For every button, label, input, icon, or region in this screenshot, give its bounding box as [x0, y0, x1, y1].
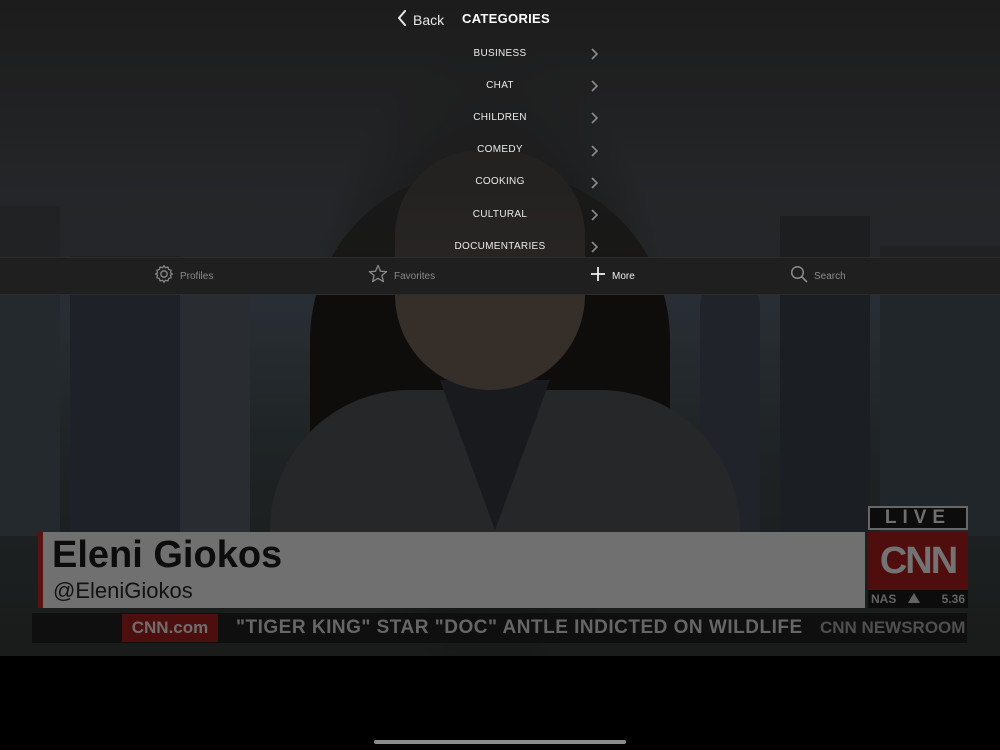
back-label: Back: [413, 12, 445, 28]
chevron-right-icon: [591, 111, 599, 129]
category-item-comedy[interactable]: COMEDY: [390, 134, 610, 166]
category-list: BUSINESS CHAT CHILDREN COMEDY COOKING CU…: [390, 37, 610, 262]
chevron-right-icon: [591, 47, 599, 65]
chevron-right-icon: [591, 79, 599, 97]
gear-icon: [154, 264, 174, 289]
back-button[interactable]: Back: [397, 9, 444, 31]
tab-profiles[interactable]: Profiles: [154, 258, 213, 294]
category-label: CULTURAL: [472, 208, 528, 220]
categories-panel: Back CATEGORIES BUSINESS CHAT CHILDREN C…: [0, 0, 1000, 257]
chevron-right-icon: [591, 144, 599, 162]
category-item-children[interactable]: CHILDREN: [390, 101, 610, 133]
tab-bar: Profiles Favorites More Search: [0, 257, 1000, 295]
chevron-right-icon: [591, 208, 599, 226]
tab-label: More: [612, 270, 635, 282]
search-icon: [790, 265, 808, 288]
tab-label: Favorites: [394, 270, 436, 282]
tab-more[interactable]: More: [590, 258, 635, 294]
category-label: COOKING: [475, 176, 525, 188]
tab-label: Search: [814, 270, 846, 282]
tab-label: Profiles: [180, 270, 214, 282]
chevron-right-icon: [591, 176, 599, 194]
category-label: BUSINESS: [473, 47, 527, 59]
tab-search[interactable]: Search: [790, 258, 846, 294]
category-item-business[interactable]: BUSINESS: [390, 37, 610, 69]
plus-icon: [590, 266, 606, 287]
category-label: DOCUMENTARIES: [454, 240, 546, 252]
category-item-cultural[interactable]: CULTURAL: [390, 198, 610, 230]
category-label: CHILDREN: [473, 111, 527, 123]
category-item-cooking[interactable]: COOKING: [390, 166, 610, 198]
star-icon: [368, 264, 388, 289]
home-indicator[interactable]: [374, 740, 626, 744]
page-title: CATEGORIES: [462, 11, 550, 26]
tab-favorites[interactable]: Favorites: [368, 258, 435, 294]
category-item-chat[interactable]: CHAT: [390, 69, 610, 101]
chevron-right-icon: [591, 240, 599, 258]
chevron-left-icon: [397, 9, 413, 31]
category-label: CHAT: [486, 79, 514, 91]
menu-header: Back CATEGORIES: [0, 0, 1000, 40]
category-label: COMEDY: [477, 144, 523, 156]
